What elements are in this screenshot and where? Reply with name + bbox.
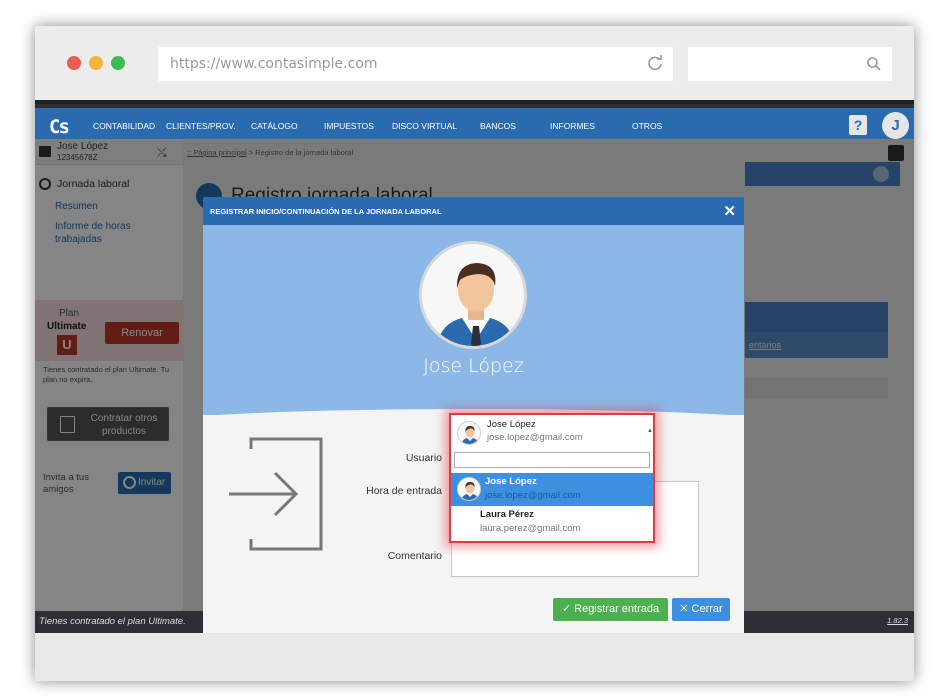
user-avatar[interactable]: J	[882, 112, 909, 139]
nav-item-informes[interactable]: INFORMES	[550, 121, 595, 131]
search-icon	[867, 57, 881, 71]
modal-title: REGISTRAR INICIO/CONTINUACIÓN DE LA JORN…	[210, 207, 442, 216]
url-text: https://www.contasimple.com	[170, 56, 378, 72]
option-user-name: Laura Pérez	[480, 509, 534, 520]
option-user-name: Jose López	[485, 476, 537, 487]
browser-search-box[interactable]	[688, 47, 892, 81]
list-item[interactable]: Laura Pérez laura.perez@gmail.com	[451, 506, 653, 541]
browser-window: https://www.contasimple.com Cs CONTABILI…	[35, 26, 914, 681]
maximize-window-dot[interactable]	[111, 56, 125, 70]
browser-toolbar: https://www.contasimple.com	[35, 26, 914, 100]
caret-up-icon[interactable]: ▲	[647, 428, 653, 434]
user-select-dropdown[interactable]: Jose López jose.lopez@gmail.com ▲ Jose L…	[449, 413, 655, 543]
app-navbar: Cs CONTABILIDAD CLIENTES/PROV. CATÁLOGO …	[35, 100, 914, 143]
start-time-label: Hora de entrada	[366, 485, 442, 497]
version-link[interactable]: 1.82.3	[887, 616, 908, 625]
close-window-dot[interactable]	[67, 56, 81, 70]
minimize-window-dot[interactable]	[89, 56, 103, 70]
user-select-current[interactable]: Jose López jose.lopez@gmail.com ▲	[455, 419, 653, 449]
avatar	[457, 477, 481, 501]
login-icon	[229, 437, 323, 551]
avatar	[457, 421, 481, 445]
list-item[interactable]: Jose López jose.lopez@gmail.com	[451, 473, 653, 506]
footer-plan-text: Tienes contratado el plan Ultimate.	[39, 616, 186, 627]
option-user-email: jose.lopez@gmail.com	[485, 490, 581, 501]
nav-item-clientes[interactable]: CLIENTES/PROV.	[166, 121, 236, 131]
nav-item-otros[interactable]: OTROS	[632, 121, 662, 131]
option-user-email: laura.perez@gmail.com	[480, 523, 581, 534]
selected-user-email: jose.lopez@gmail.com	[487, 432, 583, 443]
modal-header: REGISTRAR INICIO/CONTINUACIÓN DE LA JORN…	[203, 197, 744, 225]
nav-item-contabilidad[interactable]: CONTABILIDAD	[93, 121, 155, 131]
close-button[interactable]: ✕ Cerrar	[672, 598, 730, 621]
selected-user-name: Jose López	[487, 419, 536, 430]
help-icon[interactable]: ?	[849, 115, 867, 135]
app-logo[interactable]: Cs	[49, 116, 73, 138]
nav-item-bancos[interactable]: BANCOS	[480, 121, 516, 131]
dropdown-search-input[interactable]	[454, 452, 650, 468]
user-photo	[419, 241, 527, 349]
comment-label: Comentario	[387, 550, 442, 562]
address-bar[interactable]: https://www.contasimple.com	[158, 47, 673, 81]
register-entry-button[interactable]: ✓ Registrar entrada	[553, 598, 668, 621]
user-label: Usuario	[405, 452, 442, 464]
nav-item-catalogo[interactable]: CATÁLOGO	[251, 121, 298, 131]
nav-item-disco-virtual[interactable]: DISCO VIRTUAL	[392, 121, 457, 131]
modal-user-name: Jose López	[423, 355, 524, 377]
close-icon[interactable]: ✕	[723, 202, 736, 220]
reload-icon[interactable]	[647, 55, 663, 71]
nav-item-impuestos[interactable]: IMPUESTOS	[324, 121, 374, 131]
